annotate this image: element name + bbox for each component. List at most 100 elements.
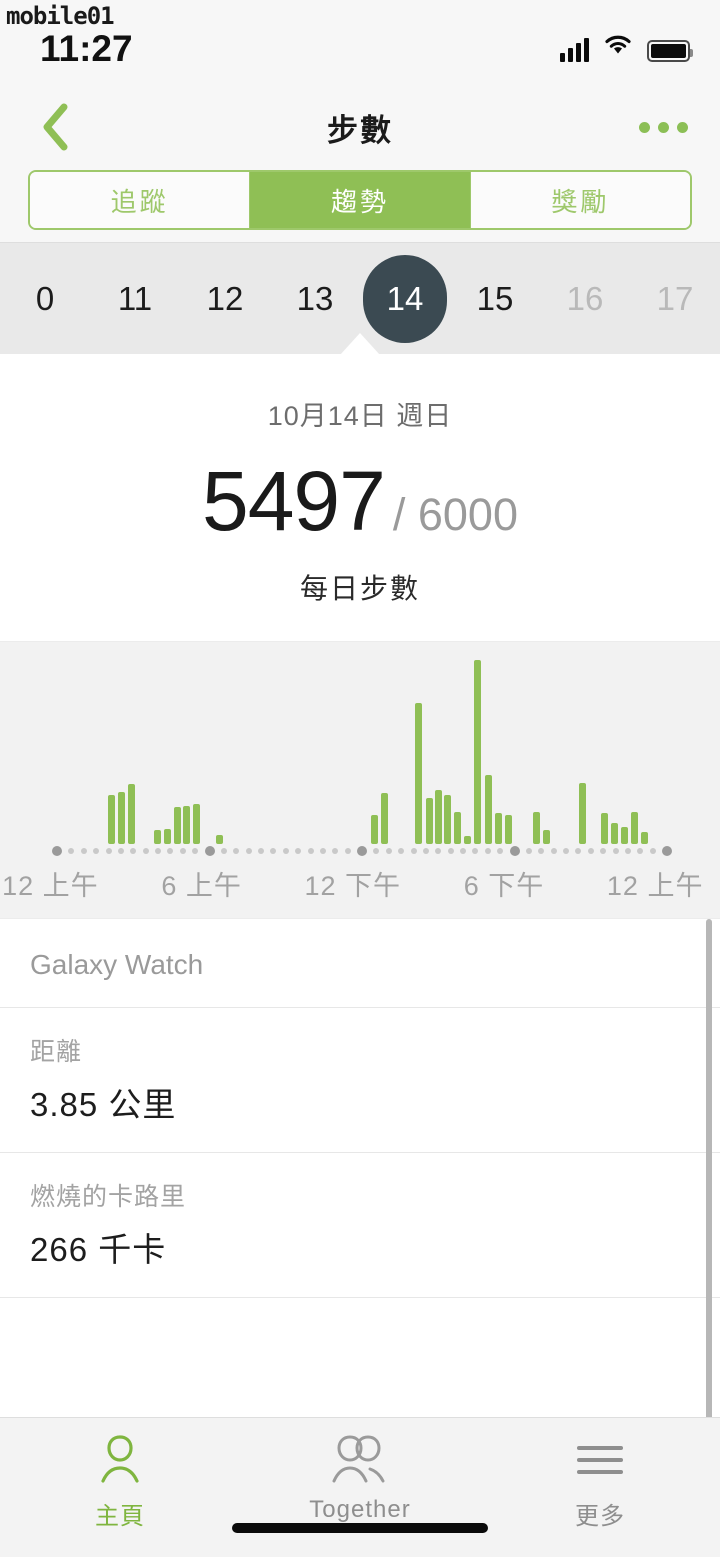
metric-row-distance: 距離 3.85 公里 bbox=[0, 1008, 720, 1153]
axis-tick-dot bbox=[258, 848, 264, 854]
axis-tick-dot bbox=[167, 848, 174, 854]
tabbar-item-together[interactable]: Together bbox=[240, 1432, 480, 1557]
tabbar-label-home: 主頁 bbox=[95, 1503, 145, 1530]
tab-trend[interactable]: 趨勢 bbox=[250, 172, 471, 228]
date-cell-15[interactable]: 15 bbox=[450, 243, 540, 354]
axis-tick-dot bbox=[587, 848, 594, 854]
axis-tick-dot bbox=[204, 846, 215, 856]
axis-tick-dot bbox=[233, 848, 240, 854]
chart-bar bbox=[473, 660, 481, 844]
chart-bar bbox=[163, 828, 171, 844]
summary-steps: 5497 / 6000 bbox=[0, 459, 720, 543]
date-cell-12[interactable]: 12 bbox=[180, 243, 270, 354]
axis-tick-dot bbox=[332, 848, 339, 854]
axis-tick-dot bbox=[282, 848, 289, 854]
more-dot-1 bbox=[639, 121, 650, 133]
axis-tick-label: 12 上午 bbox=[2, 871, 99, 901]
axis-tick-dot bbox=[373, 848, 380, 854]
chart-bar bbox=[380, 793, 388, 844]
back-button[interactable] bbox=[28, 100, 82, 154]
axis-tick-dot bbox=[105, 848, 112, 854]
axis-tick-dot bbox=[525, 848, 532, 854]
axis-tick-dot bbox=[575, 848, 582, 854]
tabbar-item-more[interactable]: 更多 bbox=[480, 1432, 720, 1557]
chart-bar bbox=[117, 791, 125, 844]
axis-tick-dot bbox=[307, 848, 314, 854]
summary-label: 每日步數 bbox=[299, 573, 420, 604]
watermark-text: mobile01 bbox=[6, 2, 115, 30]
steps-summary: 10月14日 週日 5497 / 6000 每日步數 bbox=[0, 354, 720, 641]
steps-count: 5497 bbox=[202, 454, 386, 548]
axis-tick-label: 12 下午 bbox=[304, 871, 402, 901]
tabbar-label-more: 更多 bbox=[575, 1503, 625, 1530]
axis-tick-dot bbox=[563, 848, 569, 854]
steps-bar-chart[interactable]: 12 上午 6 上午 12 下午 6 下午 12 上午 bbox=[0, 641, 720, 919]
date-cell-16[interactable]: 16 bbox=[540, 243, 630, 354]
axis-tick-dot bbox=[142, 848, 149, 854]
segmented-control-container: 追蹤 趨勢 獎勵 bbox=[0, 170, 720, 242]
hamburger-menu-icon bbox=[577, 1432, 623, 1488]
chart-bar bbox=[600, 813, 608, 844]
chart-bar bbox=[579, 782, 586, 844]
axis-tick-dot bbox=[447, 848, 454, 854]
axis-tick-dot bbox=[80, 848, 87, 854]
chart-bar bbox=[192, 804, 200, 844]
app-screen: mobile01 11:27 步數 追蹤 趨勢 獎勵 0 11 12 13 14… bbox=[0, 0, 720, 1557]
chart-bar bbox=[504, 814, 512, 844]
chart-bar bbox=[154, 830, 162, 844]
selected-day-pointer bbox=[340, 333, 380, 355]
axis-tick-dot bbox=[270, 848, 277, 854]
more-options-button[interactable] bbox=[635, 112, 692, 143]
mobile01-watermark: mobile01 bbox=[4, 2, 116, 30]
date-strip-container[interactable]: 0 11 12 13 14 15 16 17 18 bbox=[0, 242, 720, 355]
axis-tick-dot bbox=[319, 848, 326, 854]
chart-bar bbox=[494, 813, 502, 844]
chart-bar bbox=[173, 807, 181, 844]
chart-bar bbox=[444, 794, 452, 844]
axis-tick-dot bbox=[484, 848, 491, 854]
chart-bar bbox=[435, 790, 443, 844]
axis-tick-dot bbox=[398, 848, 405, 854]
status-bar-clock: 11:27 bbox=[40, 28, 133, 69]
axis-tick-dot bbox=[649, 848, 656, 854]
axis-tick-dot bbox=[435, 848, 442, 854]
chart-bar bbox=[621, 827, 629, 844]
axis-tick-dot bbox=[410, 848, 417, 854]
date-cell-17[interactable]: 17 bbox=[630, 243, 720, 354]
tabbar-item-home[interactable]: 主頁 bbox=[0, 1432, 240, 1557]
date-cell-10[interactable]: 0 bbox=[0, 243, 90, 354]
metric-value-calories: 266 千卡 bbox=[30, 1231, 167, 1268]
axis-tick-dot bbox=[93, 848, 100, 854]
segmented-control: 追蹤 趨勢 獎勵 bbox=[28, 170, 692, 230]
chart-bar bbox=[641, 831, 648, 844]
content-filler bbox=[0, 1298, 720, 1417]
date-cell-11[interactable]: 11 bbox=[90, 243, 180, 354]
axis-tick-dot bbox=[192, 848, 199, 854]
tab-track[interactable]: 追蹤 bbox=[30, 172, 251, 228]
axis-tick-dot bbox=[68, 848, 75, 854]
axis-tick-dot bbox=[460, 848, 466, 854]
axis-tick-dot bbox=[245, 848, 252, 854]
chart-bar bbox=[631, 811, 639, 844]
axis-tick-dot bbox=[344, 848, 351, 854]
axis-tick-dot bbox=[422, 848, 429, 854]
device-name-row: Galaxy Watch bbox=[0, 919, 720, 1008]
vertical-scrollbar[interactable] bbox=[706, 919, 712, 1417]
two-people-icon bbox=[328, 1432, 392, 1488]
axis-tick-dot bbox=[538, 848, 545, 854]
more-dot-3 bbox=[677, 121, 688, 133]
axis-tick-label: 6 下午 bbox=[463, 871, 545, 901]
chart-bar bbox=[107, 794, 115, 844]
chart-axis-labels: 12 上午 6 上午 12 下午 6 下午 12 上午 bbox=[0, 864, 720, 908]
chart-bar bbox=[543, 830, 551, 844]
axis-tick-dot bbox=[509, 846, 520, 856]
person-icon bbox=[96, 1432, 144, 1488]
status-bar-icons bbox=[560, 33, 693, 62]
axis-tick-dot bbox=[179, 848, 186, 854]
wifi-icon bbox=[603, 33, 633, 62]
axis-tick-dot bbox=[600, 848, 607, 854]
chart-bars-area bbox=[52, 660, 672, 844]
tabbar-label-together: Together bbox=[309, 1496, 411, 1523]
axis-tick-dot bbox=[357, 846, 367, 856]
tab-rewards[interactable]: 獎勵 bbox=[470, 172, 690, 228]
